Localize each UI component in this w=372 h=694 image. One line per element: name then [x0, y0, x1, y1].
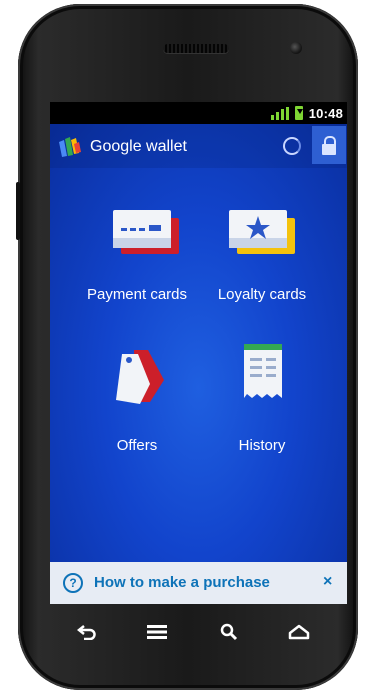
back-icon[interactable] — [72, 620, 102, 644]
loyalty-cards-icon — [229, 210, 295, 254]
history-receipt-icon — [244, 344, 282, 398]
question-icon: ? — [63, 573, 83, 593]
google-wallet-logo — [59, 137, 81, 157]
payment-cards-icon — [113, 210, 179, 254]
close-icon[interactable]: × — [323, 573, 332, 591]
action-bar: Google wallet — [50, 124, 347, 168]
offers-tag-icon — [116, 350, 164, 404]
home-icon[interactable] — [284, 620, 314, 644]
loyalty-cards-label: Loyalty cards — [217, 286, 307, 303]
search-icon[interactable] — [214, 620, 244, 644]
help-link[interactable]: How to make a purchase — [94, 574, 270, 591]
payment-cards-label: Payment cards — [86, 286, 188, 303]
menu-icon[interactable] — [142, 620, 172, 644]
wallet-home: Google wallet Payment cards Loyalty card… — [50, 124, 347, 604]
offers-label: Offers — [116, 437, 158, 454]
signal-icon — [270, 106, 289, 120]
battery-charging-icon — [294, 106, 303, 120]
tile-offers[interactable]: Offers — [72, 344, 202, 454]
help-banner[interactable]: ? How to make a purchase × — [50, 562, 347, 604]
sync-spinner-icon — [283, 137, 301, 155]
status-time: 10:48 — [308, 105, 343, 121]
earpiece-speaker — [163, 44, 229, 53]
lock-button[interactable] — [312, 126, 346, 164]
tile-payment-cards[interactable]: Payment cards — [72, 204, 202, 314]
screen: 10:48 Google wallet Payment cards Loyalt… — [50, 102, 347, 604]
tile-history[interactable]: History — [197, 344, 327, 454]
volume-button[interactable] — [16, 182, 20, 240]
tile-loyalty-cards[interactable]: Loyalty cards — [197, 204, 327, 314]
status-bar: 10:48 — [50, 102, 347, 124]
front-camera — [290, 42, 302, 54]
history-label: History — [238, 437, 286, 454]
app-title: Google wallet — [90, 138, 187, 155]
navigation-bar — [50, 604, 347, 660]
